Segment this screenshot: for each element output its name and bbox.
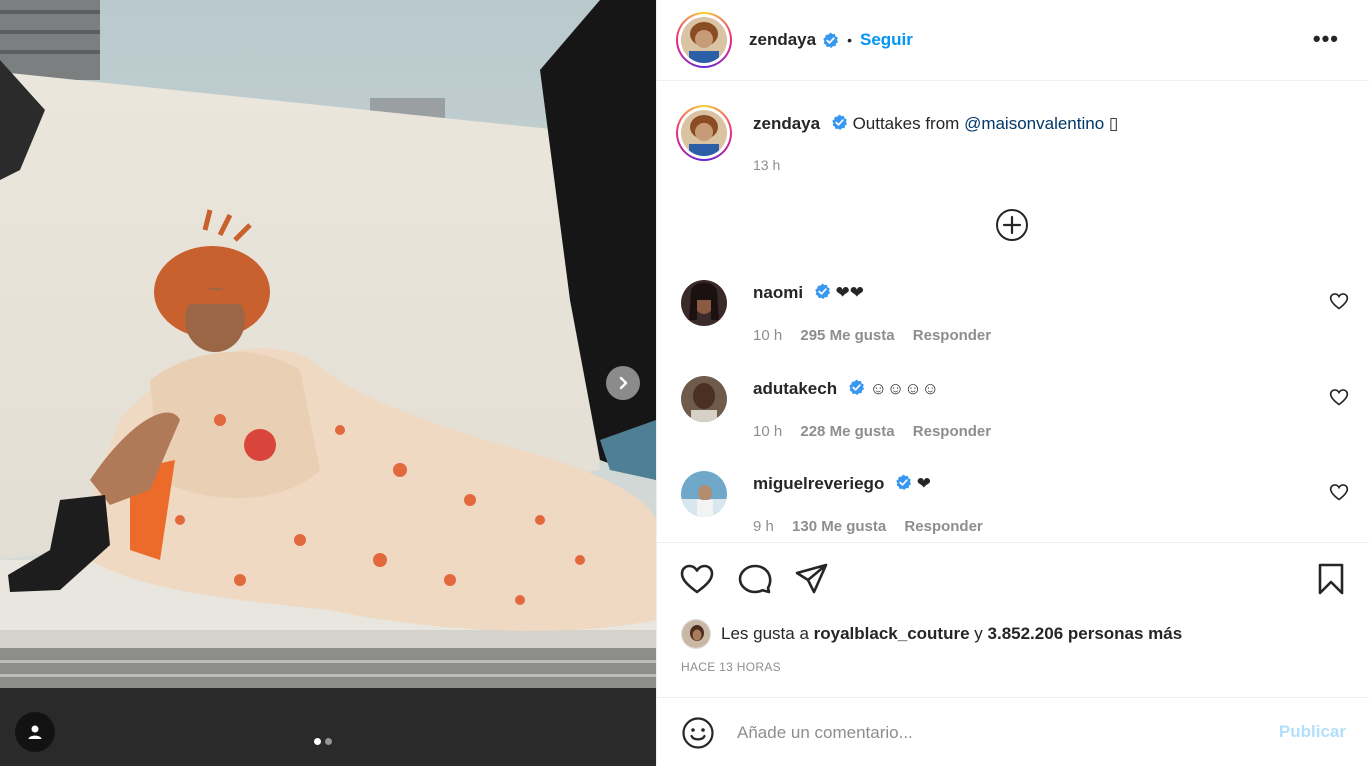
comment-body: ❤ [916, 474, 932, 493]
likes-summary: Les gusta a royalblack_couture y 3.852.2… [681, 619, 1182, 649]
verified-badge-icon [849, 379, 864, 396]
likes-count-link[interactable]: 3.852.206 personas más [988, 624, 1183, 644]
reply-button[interactable]: Responder [904, 518, 982, 535]
comment-composer: Publicar [657, 697, 1369, 766]
load-more-comments-icon[interactable] [995, 208, 1029, 242]
like-heart-icon[interactable] [679, 561, 715, 597]
likes-prefix: Les gusta a [721, 624, 809, 643]
comment-avatar[interactable] [681, 471, 727, 517]
comment-body: ☺☺☺☺ [869, 379, 939, 398]
verified-badge-icon [815, 283, 830, 300]
reply-button[interactable]: Responder [913, 423, 991, 440]
post-header: zendaya • Seguir ••• [657, 0, 1369, 81]
caption-username[interactable]: zendaya [753, 114, 820, 133]
comment-likes[interactable]: 228 Me gusta [800, 423, 894, 440]
heart-icon[interactable] [1329, 387, 1349, 407]
caption-avatar-wrapper [676, 105, 732, 161]
liker-username[interactable]: royalblack_couture [814, 624, 970, 644]
comment-meta: 10 h 295 Me gusta Responder [753, 327, 1005, 344]
comment-meta: 10 h 228 Me gusta Responder [753, 423, 1005, 440]
comment-username[interactable]: miguelreveriego [753, 474, 884, 493]
comments-section: zendaya Outtakes from @maisonvalentino ▯… [657, 82, 1369, 542]
emoji-icon[interactable] [681, 716, 715, 750]
verified-badge-icon [896, 474, 912, 491]
carousel-dot-active [314, 738, 321, 745]
avatar-image [681, 280, 727, 326]
comment-username[interactable]: adutakech [753, 379, 837, 398]
user-tags-button[interactable] [15, 712, 55, 752]
likes-connector: y [974, 624, 983, 643]
avatar-image [681, 376, 727, 422]
bookmark-icon[interactable] [1313, 561, 1349, 597]
follow-button[interactable]: Seguir [860, 30, 913, 50]
comment-avatar[interactable] [681, 280, 727, 326]
post-timestamp[interactable]: HACE 13 HORAS [681, 660, 781, 674]
comment-text: miguelreveriego ❤ [753, 474, 931, 494]
avatar-image [681, 110, 727, 156]
verified-badge-icon [823, 31, 839, 48]
chevron-right-icon [619, 376, 628, 390]
comment-avatar[interactable] [681, 376, 727, 422]
avatar-image [682, 620, 710, 648]
user-tag-icon [28, 725, 42, 739]
comment-body: ❤❤ [835, 283, 865, 302]
post-details-panel: zendaya • Seguir ••• zendaya Outtakes fr… [656, 0, 1369, 766]
comment-text: adutakech ☺☺☺☺ [753, 379, 939, 399]
instagram-post-modal: zendaya • Seguir ••• zendaya Outtakes fr… [0, 0, 1369, 766]
share-icon[interactable] [794, 561, 830, 597]
post-photo [0, 0, 656, 766]
caption-timestamp[interactable]: 13 h [753, 157, 780, 173]
comment-meta: 9 h 130 Me gusta Responder [753, 518, 997, 535]
photo-scene [0, 0, 656, 766]
comment-time[interactable]: 10 h [753, 423, 782, 440]
carousel-dot [325, 738, 332, 745]
comment-username[interactable]: naomi [753, 283, 803, 302]
liker-avatar[interactable] [681, 619, 711, 649]
comment-time[interactable]: 10 h [753, 327, 782, 344]
comment-likes[interactable]: 130 Me gusta [792, 518, 886, 535]
reply-button[interactable]: Responder [913, 327, 991, 344]
header-separator: • [847, 32, 852, 48]
heart-icon[interactable] [1329, 482, 1349, 502]
verified-badge-icon [832, 114, 847, 131]
comment-likes[interactable]: 295 Me gusta [800, 327, 894, 344]
comment-time[interactable]: 9 h [753, 518, 774, 535]
caption-author-avatar[interactable] [676, 105, 732, 161]
more-options-icon[interactable]: ••• [1313, 26, 1339, 52]
publish-button[interactable]: Publicar [1279, 722, 1346, 742]
caption-emoji: ▯ [1108, 114, 1119, 133]
author-username[interactable]: zendaya [749, 30, 816, 50]
carousel-indicator [314, 738, 332, 745]
post-actions: Les gusta a royalblack_couture y 3.852.2… [657, 542, 1369, 697]
heart-icon[interactable] [1329, 291, 1349, 311]
author-avatar[interactable] [676, 12, 732, 68]
avatar-image [681, 17, 727, 63]
post-caption: zendaya Outtakes from @maisonvalentino ▯ [753, 114, 1118, 134]
comment-text: naomi ❤❤ [753, 283, 864, 303]
comment-icon[interactable] [737, 561, 773, 597]
next-photo-button[interactable] [606, 366, 640, 400]
caption-mention-link[interactable]: @maisonvalentino [964, 114, 1104, 133]
caption-text: Outtakes from [852, 114, 960, 133]
comment-input[interactable] [737, 716, 1257, 750]
avatar-image [681, 471, 727, 517]
